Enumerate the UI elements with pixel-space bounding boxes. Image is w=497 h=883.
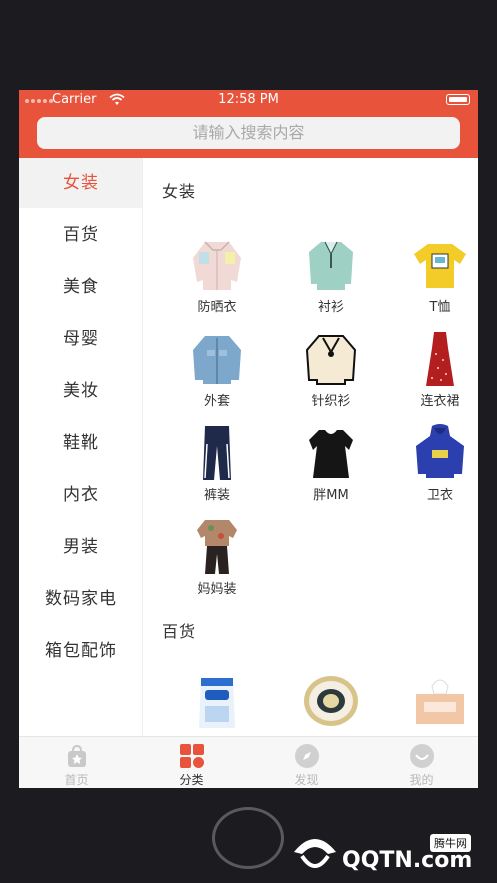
mom-outfit-image xyxy=(197,520,237,574)
detergent-image xyxy=(199,678,235,728)
sidebar-item-mens[interactable]: 男装 xyxy=(19,522,143,572)
watermark-text: QQTN.com xyxy=(342,848,473,873)
hoodie-image xyxy=(416,424,464,478)
tab-label: 我的 xyxy=(409,773,434,787)
battery-icon xyxy=(446,94,470,105)
sidebar-item-food[interactable]: 美食 xyxy=(19,262,143,312)
tab-label: 发现 xyxy=(294,773,319,787)
status-time: 12:58 PM xyxy=(218,92,279,107)
shirt-image xyxy=(309,241,353,290)
sidebar-item-underwear[interactable]: 内衣 xyxy=(19,470,143,520)
category-label: 防晒衣 xyxy=(197,300,237,315)
category-cell[interactable]: 防晒衣 xyxy=(172,236,262,315)
sidebar-item-baby[interactable]: 母婴 xyxy=(19,314,143,364)
category-cell[interactable]: 卫衣 xyxy=(395,424,478,503)
section-title-general-goods: 百货 xyxy=(162,622,197,641)
tab-bar: 首页 分类 发现 我的 xyxy=(19,736,478,788)
home-bag-icon xyxy=(67,744,86,767)
category-label: 胖MM xyxy=(313,488,349,503)
tab-category[interactable]: 分类 xyxy=(134,737,249,788)
profile-icon xyxy=(409,744,434,768)
category-cell[interactable]: 妈妈装 xyxy=(172,518,262,597)
category-cell[interactable]: 裤装 xyxy=(172,424,262,503)
search-header: 请输入搜索内容 xyxy=(19,110,478,158)
category-cell[interactable]: 外套 xyxy=(172,330,262,409)
category-label: T恤 xyxy=(429,300,451,315)
status-bar: Carrier 12:58 PM xyxy=(19,90,478,110)
sidebar-item-womens[interactable]: 女装 xyxy=(19,158,143,208)
app-screen: Carrier 12:58 PM 请输入搜索内容 女装 百货 美食 母婴 美妆 … xyxy=(19,90,478,788)
category-label: 卫衣 xyxy=(426,488,453,503)
section-title-womens: 女装 xyxy=(162,182,197,201)
category-cell[interactable] xyxy=(286,672,376,730)
pants-image xyxy=(203,426,231,480)
category-cell[interactable]: 针织衫 xyxy=(286,330,376,409)
category-label: 裤装 xyxy=(203,488,230,503)
category-cell[interactable]: T恤 xyxy=(395,236,478,315)
tab-discover[interactable]: 发现 xyxy=(249,737,364,788)
sidebar-item-general-goods[interactable]: 百货 xyxy=(19,210,143,260)
category-label: 针织衫 xyxy=(311,394,351,409)
plate-image xyxy=(304,676,358,726)
category-cell[interactable]: 衬衫 xyxy=(286,236,376,315)
tab-label: 分类 xyxy=(179,773,204,787)
category-cell[interactable] xyxy=(172,672,262,730)
sun-jacket-image xyxy=(193,241,241,290)
category-content: 女装 防晒衣 衬衫 T恤 外套 针织衫 连衣裙 裤装 胖MM 卫衣 妈妈装 百货 xyxy=(143,158,478,736)
category-sidebar: 女装 百货 美食 母婴 美妆 鞋靴 内衣 男装 数码家电 箱包配饰 xyxy=(19,158,143,736)
tab-home[interactable]: 首页 xyxy=(19,737,134,788)
category-cell[interactable] xyxy=(395,672,478,730)
watermark: 腾牛网 QQTN.com xyxy=(290,828,490,878)
tissue-box-image xyxy=(416,679,464,724)
category-grid-icon xyxy=(179,744,204,768)
dress-image xyxy=(426,332,454,386)
denim-jacket-image xyxy=(193,336,241,384)
category-label: 妈妈装 xyxy=(197,582,237,597)
sidebar-item-bags[interactable]: 箱包配饰 xyxy=(19,626,143,676)
category-label: 外套 xyxy=(203,394,230,409)
search-input[interactable]: 请输入搜索内容 xyxy=(37,117,460,149)
tab-profile[interactable]: 我的 xyxy=(364,737,478,788)
tab-label: 首页 xyxy=(64,773,89,787)
plus-size-dress-image xyxy=(309,430,353,478)
category-cell[interactable]: 胖MM xyxy=(286,424,376,503)
tshirt-image xyxy=(414,244,466,288)
sidebar-item-beauty[interactable]: 美妆 xyxy=(19,366,143,416)
sidebar-item-electronics[interactable]: 数码家电 xyxy=(19,574,143,624)
category-cell[interactable]: 连衣裙 xyxy=(395,330,478,409)
watermark-logo-icon xyxy=(294,839,336,868)
cardigan-image xyxy=(305,335,357,385)
compass-icon xyxy=(294,744,319,768)
sidebar-item-shoes[interactable]: 鞋靴 xyxy=(19,418,143,468)
category-label: 连衣裙 xyxy=(420,394,460,409)
category-label: 衬衫 xyxy=(317,300,344,315)
device-home-button[interactable] xyxy=(212,807,284,869)
